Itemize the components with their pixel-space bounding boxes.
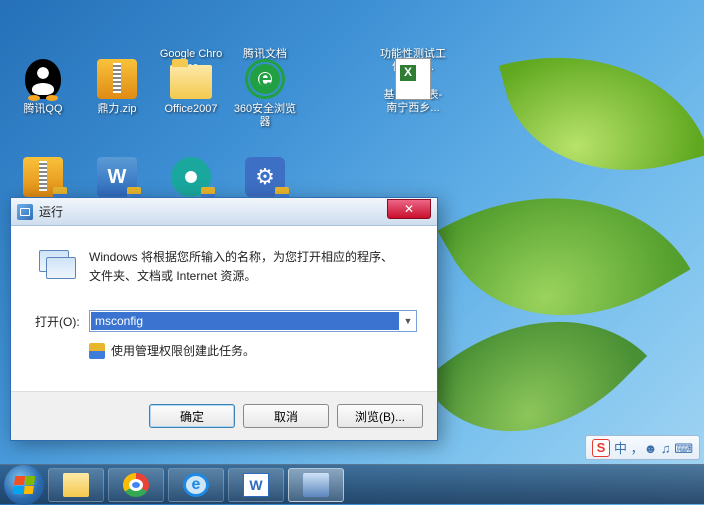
ime-tray[interactable]: S 中 ，☻ ♫ ⌨ — [585, 435, 700, 460]
chrome-icon — [123, 473, 149, 497]
dropdown-icon[interactable]: ▼ — [400, 316, 416, 326]
run-dialog: 运行 ✕ Windows 将根据您所输入的名称，为您打开相应的程序、 文件夹、文… — [10, 197, 438, 441]
open-input[interactable] — [91, 312, 399, 330]
taskbar: W — [0, 464, 704, 504]
sogou-icon[interactable]: S — [592, 439, 610, 457]
open-combobox[interactable]: ▼ — [89, 310, 417, 332]
zip-icon — [97, 59, 137, 99]
run-icon — [303, 473, 329, 497]
desktop-icon-360[interactable]: 360安全浏览器 — [230, 57, 300, 129]
word-icon: W — [243, 473, 269, 497]
dialog-title: 运行 — [39, 203, 387, 220]
taskbar-chrome[interactable] — [108, 468, 164, 502]
ie-icon — [183, 473, 209, 497]
desktop-icon-qq[interactable]: 腾讯QQ — [8, 57, 78, 129]
open-label: 打开(O): — [35, 313, 89, 330]
icon-label: 鼎力.zip — [97, 103, 136, 116]
run-icon — [39, 250, 75, 280]
ok-button[interactable]: 确定 — [149, 404, 235, 428]
run-dialog-icon — [17, 204, 33, 220]
qq-icon — [25, 59, 61, 99]
desktop-icon-office[interactable]: Office2007 — [156, 57, 226, 129]
desktop-icon-xls-2[interactable]: 基站勘察表-南宁西乡... — [378, 57, 448, 129]
icon-label: 360安全浏览器 — [231, 103, 299, 129]
dialog-footer: 确定 取消 浏览(B)... — [11, 391, 437, 440]
e360-icon — [245, 59, 285, 99]
taskbar-word[interactable]: W — [228, 468, 284, 502]
browse-button[interactable]: 浏览(B)... — [337, 404, 423, 428]
windows-logo-icon — [13, 476, 36, 494]
explorer-icon — [63, 473, 89, 497]
taskbar-run[interactable] — [288, 468, 344, 502]
folder-icon — [170, 65, 212, 99]
taskbar-explorer[interactable] — [48, 468, 104, 502]
cancel-button[interactable]: 取消 — [243, 404, 329, 428]
desktop-icon-zip[interactable]: 鼎力.zip — [82, 57, 152, 129]
icon-label: Office2007 — [164, 103, 217, 116]
start-button[interactable] — [4, 465, 44, 505]
excel-icon — [395, 58, 431, 100]
uac-text: 使用管理权限创建此任务。 — [111, 342, 255, 359]
dialog-titlebar[interactable]: 运行 ✕ — [11, 198, 437, 226]
shield-icon — [89, 343, 105, 359]
icon-label: 腾讯QQ — [23, 103, 62, 116]
taskbar-ie[interactable] — [168, 468, 224, 502]
dialog-description: Windows 将根据您所输入的名称，为您打开相应的程序、 文件夹、文档或 In… — [89, 248, 417, 286]
ime-items[interactable]: 中 ，☻ ♫ ⌨ — [614, 438, 693, 457]
close-button[interactable]: ✕ — [387, 199, 431, 219]
